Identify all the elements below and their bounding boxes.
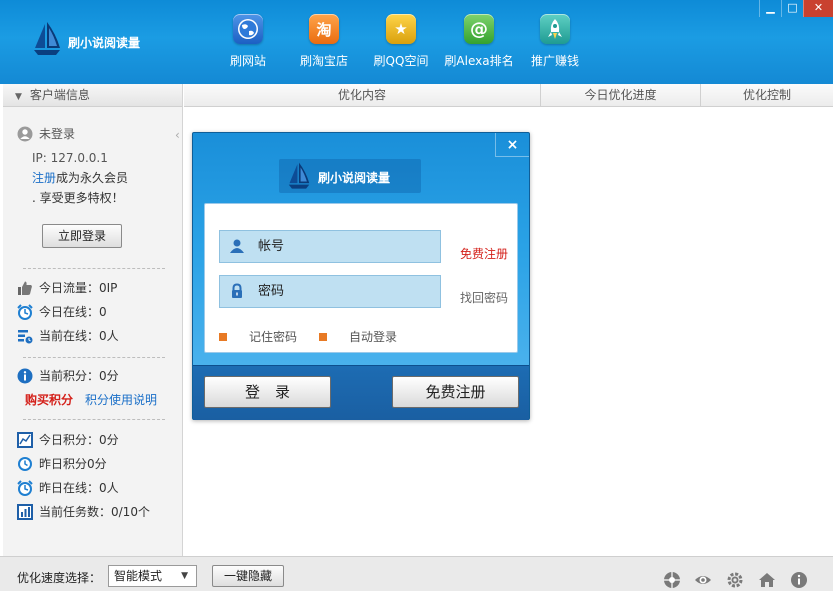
- settings-icon[interactable]: [726, 571, 744, 589]
- nav-label: 刷淘宝店: [299, 54, 348, 68]
- maximize-button[interactable]: □: [781, 0, 803, 17]
- nav-qq-zone[interactable]: ★ 刷QQ空间: [371, 14, 431, 74]
- nav-label: 刷网站: [229, 54, 266, 68]
- network-icon[interactable]: [663, 571, 681, 589]
- user-avatar-icon: [17, 126, 33, 142]
- column-header-content[interactable]: 优化内容: [184, 84, 541, 107]
- info-icon: [17, 368, 33, 384]
- find-password-link[interactable]: 找回密码: [460, 289, 508, 306]
- client-info-panel: ▼ 客户端信息 ‹ 未登录 IP: 127.0.0.1 注册 成为永久会员 . 享受…: [3, 84, 183, 556]
- task-chart-icon: [17, 504, 33, 520]
- login-dialog: × 刷小说阅读量 帐号 免费注册 密码 找回密码 记住密码 自动登录 登 录 免…: [192, 132, 530, 420]
- remember-password-checkbox[interactable]: 记住密码: [219, 328, 297, 345]
- dialog-logo-text: 刷小说阅读量: [318, 171, 391, 185]
- alexa-icon: @: [464, 14, 494, 44]
- register-promo: 注册 成为永久会员: [32, 168, 128, 188]
- account-field[interactable]: 帐号: [219, 230, 441, 263]
- checkbox-box: [219, 332, 227, 341]
- register-button[interactable]: 免费注册: [392, 376, 519, 408]
- stat-current-tasks: 当前任务数：0/10个: [17, 502, 150, 522]
- hide-all-button[interactable]: 一键隐藏: [212, 565, 284, 587]
- dialog-button-bar: 登 录 免费注册: [193, 365, 529, 420]
- dropdown-arrow-icon: ▼: [181, 571, 188, 581]
- auto-login-checkbox[interactable]: 自动登录: [319, 328, 397, 345]
- buy-points-link[interactable]: 购买积分: [25, 390, 73, 410]
- nav-label: 推广赚钱: [530, 54, 579, 68]
- minimize-button[interactable]: ▁: [759, 0, 781, 17]
- nav-alexa[interactable]: @ 刷Alexa排名: [443, 14, 515, 74]
- dialog-logo: 刷小说阅读量: [279, 159, 421, 193]
- password-field[interactable]: 密码: [219, 275, 441, 308]
- collapse-triangle-icon: ▼: [15, 92, 22, 102]
- thumbs-up-icon: [18, 281, 32, 295]
- taobao-icon: 淘: [309, 14, 339, 44]
- lock-icon: [232, 283, 242, 298]
- top-banner: 刷小说阅读量 刷网站 淘 刷淘宝店 ★ 刷QQ空间 @ 刷Alexa排名 推广赚…: [0, 0, 833, 84]
- stat-yesterday-online: 昨日在线：0人: [17, 478, 119, 498]
- column-header-control[interactable]: 优化控制: [701, 84, 833, 107]
- current-points: 当前积分：0分: [17, 366, 119, 386]
- nav-taobao[interactable]: 淘 刷淘宝店: [298, 14, 350, 74]
- privilege-text: . 享受更多特权！: [32, 191, 124, 205]
- divider: [23, 419, 165, 420]
- home-icon[interactable]: [758, 571, 776, 589]
- nav-promote[interactable]: 推广赚钱: [529, 14, 581, 74]
- app-logo: 刷小说阅读量: [30, 20, 180, 60]
- sailboat-logo-icon: [34, 22, 60, 55]
- ip-address: IP: 127.0.0.1: [32, 151, 108, 165]
- speed-label: 优化速度选择：: [17, 571, 102, 585]
- task-table-header: 优化内容 今日优化进度 优化控制: [184, 84, 833, 107]
- speed-mode-select[interactable]: 智能模式 ▼: [108, 565, 197, 587]
- close-window-button[interactable]: ✕: [803, 0, 833, 17]
- stat-current-online: 当前在线：0人: [17, 326, 119, 346]
- app-window: 刷小说阅读量 刷网站 淘 刷淘宝店 ★ 刷QQ空间 @ 刷Alexa排名 推广赚…: [0, 0, 833, 591]
- column-header-progress[interactable]: 今日优化进度: [541, 84, 701, 107]
- user-status: 未登录: [17, 124, 75, 144]
- login-now-button[interactable]: 立即登录: [42, 224, 122, 248]
- alarm-clock-icon: [17, 304, 33, 320]
- dialog-close-button[interactable]: ×: [495, 133, 529, 157]
- login-button[interactable]: 登 录: [204, 376, 331, 408]
- nav-label: 刷QQ空间: [373, 54, 429, 68]
- online-list-icon: [18, 330, 33, 344]
- stat-yesterday-points: 昨日积分0分: [17, 454, 107, 474]
- free-register-link[interactable]: 免费注册: [460, 245, 508, 262]
- window-controls: ▁ □ ✕: [759, 0, 833, 18]
- nav-website[interactable]: 刷网站: [226, 14, 270, 74]
- points-links: 购买积分 积分使用说明: [25, 390, 157, 410]
- chevron-left-icon[interactable]: ‹: [175, 128, 184, 142]
- user-icon: [230, 239, 244, 253]
- stat-today-points: 今日积分：0分: [17, 430, 119, 450]
- sailboat-logo-icon: [288, 162, 310, 189]
- stat-today-traffic: 今日流量：0IP: [17, 278, 117, 298]
- bottom-toolbar: 优化速度选择： 智能模式 ▼ 一键隐藏: [0, 556, 833, 591]
- login-form: 帐号 免费注册 密码 找回密码 记住密码 自动登录: [204, 203, 518, 353]
- star-icon: ★: [386, 14, 416, 44]
- app-logo-text: 刷小说阅读量: [68, 36, 141, 50]
- divider: [23, 357, 165, 358]
- panel-header[interactable]: ▼ 客户端信息: [3, 84, 182, 107]
- about-icon[interactable]: [790, 571, 808, 589]
- nav-label: 刷Alexa排名: [444, 54, 514, 68]
- panel-header-title: 客户端信息: [29, 88, 90, 102]
- globe-icon: [233, 14, 263, 44]
- checkbox-box: [319, 332, 327, 341]
- alarm-clock-icon: [17, 480, 33, 496]
- points-help-link[interactable]: 积分使用说明: [85, 390, 157, 410]
- divider: [23, 268, 165, 269]
- chart-icon: [17, 432, 33, 448]
- stat-today-online: 今日在线：0: [17, 302, 107, 322]
- eye-icon[interactable]: [694, 571, 712, 589]
- register-link[interactable]: 注册: [32, 168, 56, 188]
- clock-icon: [18, 457, 32, 471]
- rocket-icon: [540, 14, 570, 44]
